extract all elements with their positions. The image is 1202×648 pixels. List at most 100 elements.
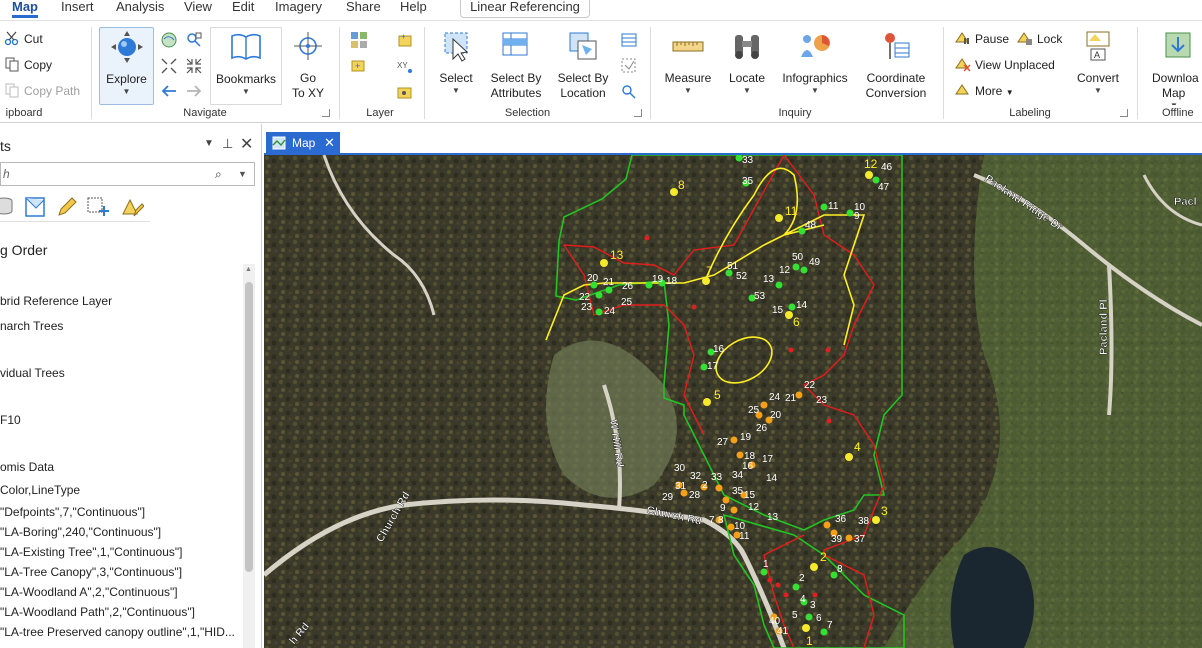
pause-labeling-button[interactable]: Pause (955, 29, 1009, 49)
fixed-zoom-out-icon[interactable] (185, 57, 203, 75)
pencil-icon[interactable] (56, 196, 78, 218)
tab-view[interactable]: View (184, 0, 212, 18)
chevron-down-icon[interactable]: ▼ (204, 138, 214, 149)
tree-point[interactable] (730, 436, 738, 444)
preset-layer-icon[interactable] (396, 83, 414, 101)
tree-point[interactable] (788, 303, 796, 311)
coordinate-conversion-button[interactable]: Coordinate Conversion (862, 27, 930, 105)
tree-point[interactable] (595, 291, 603, 299)
tree-point[interactable] (670, 188, 678, 196)
tab-edit[interactable]: Edit (232, 0, 254, 18)
source-view-icon[interactable] (24, 196, 46, 218)
tree-point[interactable] (760, 401, 768, 409)
toc-layer-item[interactable]: omis Data (0, 460, 54, 474)
tree-point[interactable] (792, 263, 800, 271)
toc-symbol-item[interactable]: "LA-Woodland Path",2,"Continuous"] (0, 605, 195, 619)
tree-point[interactable] (644, 235, 650, 241)
locate-button[interactable]: Locate ▼ (724, 27, 770, 105)
tree-point[interactable] (730, 506, 738, 514)
tree-point[interactable] (600, 259, 608, 267)
contents-search-input[interactable]: h ⌕ ▼ (0, 162, 255, 186)
explore-button[interactable]: Explore ▼ (99, 27, 154, 105)
copy-path-button[interactable]: Copy Path (4, 81, 80, 101)
contents-scrollbar[interactable]: ▲ (243, 264, 255, 648)
measure-button[interactable]: Measure ▼ (662, 27, 714, 105)
toc-symbol-item[interactable]: "LA-Existing Tree",1,"Continuous"] (0, 545, 182, 559)
map-display[interactable]: 33 35 46 47 10 9 11 48 50 49 51 52 13 12… (264, 155, 1202, 648)
navigate-dialog-launcher[interactable] (322, 109, 330, 117)
tree-point[interactable] (715, 484, 723, 492)
database-icon[interactable] (0, 196, 14, 216)
toc-symbol-item[interactable]: "LA-Woodland A",2,"Continuous"] (0, 585, 178, 599)
select-by-location-button[interactable]: Select By Location (554, 27, 612, 105)
tree-point[interactable] (812, 592, 818, 598)
toc-symbol-item[interactable]: "LA-Boring",240,"Continuous"] (0, 525, 161, 539)
tree-point[interactable] (703, 398, 711, 406)
tree-point[interactable] (826, 418, 832, 424)
tree-point[interactable] (795, 391, 803, 399)
select-button[interactable]: Select ▼ (434, 27, 478, 105)
selection-dialog-launcher[interactable] (634, 109, 642, 117)
tab-linear-referencing[interactable]: Linear Referencing (460, 0, 590, 18)
copy-button[interactable]: Copy (4, 55, 52, 75)
go-to-xy-button[interactable]: Go To XY (286, 27, 330, 105)
xy-data-icon[interactable]: XY (396, 57, 414, 75)
cut-button[interactable]: Cut (4, 29, 43, 49)
infographics-button[interactable]: Infographics ▼ (778, 27, 852, 105)
scroll-up-icon[interactable]: ▲ (245, 266, 252, 273)
attributes-icon[interactable] (620, 31, 638, 49)
convert-button[interactable]: A Convert ▼ (1070, 27, 1126, 105)
tree-point[interactable] (820, 203, 828, 211)
tab-map[interactable]: Map (12, 0, 38, 18)
label-edit-icon[interactable] (120, 196, 144, 218)
fixed-zoom-in-icon[interactable] (160, 57, 178, 75)
zoom-to-selected-icon[interactable] (620, 83, 638, 101)
add-feature-icon[interactable] (86, 196, 110, 218)
toc-field-item[interactable]: Color,LineType (0, 483, 80, 497)
full-extent-icon[interactable] (160, 31, 178, 49)
map-canvas[interactable]: 33 35 46 47 10 9 11 48 50 49 51 52 13 12… (264, 155, 1202, 648)
tree-point[interactable] (775, 214, 783, 222)
close-icon[interactable]: ✕ (240, 134, 253, 154)
pin-icon[interactable]: ⊥ (222, 136, 233, 152)
tree-point[interactable] (845, 453, 853, 461)
toc-symbol-item[interactable]: "LA-tree Preserved canopy outline",1,"HI… (0, 625, 235, 639)
tab-help[interactable]: Help (400, 0, 427, 18)
labeling-dialog-launcher[interactable] (1120, 109, 1128, 117)
tree-point[interactable] (691, 304, 697, 310)
tab-insert[interactable]: Insert (61, 0, 94, 18)
tree-point[interactable] (792, 583, 800, 591)
tab-imagery[interactable]: Imagery (275, 0, 322, 18)
tree-point[interactable] (872, 516, 880, 524)
toc-layer-item[interactable]: brid Reference Layer (0, 294, 112, 308)
toc-layer-item[interactable]: vidual Trees (0, 366, 65, 380)
add-data-icon[interactable]: + (396, 31, 414, 49)
previous-extent-icon[interactable] (160, 82, 178, 100)
tree-point[interactable] (702, 277, 710, 285)
add-graphics-icon[interactable]: + (350, 57, 368, 75)
tab-share[interactable]: Share (346, 0, 381, 18)
bookmarks-button[interactable]: Bookmarks ▼ (210, 27, 282, 105)
tree-point[interactable] (775, 582, 781, 588)
chevron-down-icon[interactable]: ▼ (238, 163, 247, 185)
more-labeling-button[interactable]: More ▼ (955, 81, 1014, 101)
tree-point[interactable] (775, 281, 783, 289)
tree-point[interactable] (800, 266, 808, 274)
tree-point[interactable] (825, 347, 831, 353)
close-icon[interactable]: ✕ (324, 132, 335, 154)
search-icon[interactable]: ⌕ (215, 163, 222, 185)
tree-point[interactable] (805, 613, 813, 621)
toc-layer-item[interactable]: narch Trees (0, 319, 63, 333)
tree-point[interactable] (783, 592, 789, 598)
tree-point[interactable] (788, 347, 794, 353)
tree-point[interactable] (810, 563, 818, 571)
basemap-icon[interactable] (350, 31, 368, 49)
tree-point[interactable] (736, 451, 744, 459)
tree-point[interactable] (785, 311, 793, 319)
tree-point[interactable] (595, 308, 603, 316)
tab-analysis[interactable]: Analysis (116, 0, 164, 18)
tree-point[interactable] (865, 171, 873, 179)
scrollbar-thumb[interactable] (245, 282, 253, 572)
view-unplaced-button[interactable]: View Unplaced (955, 55, 1055, 75)
tree-point[interactable] (767, 577, 773, 583)
